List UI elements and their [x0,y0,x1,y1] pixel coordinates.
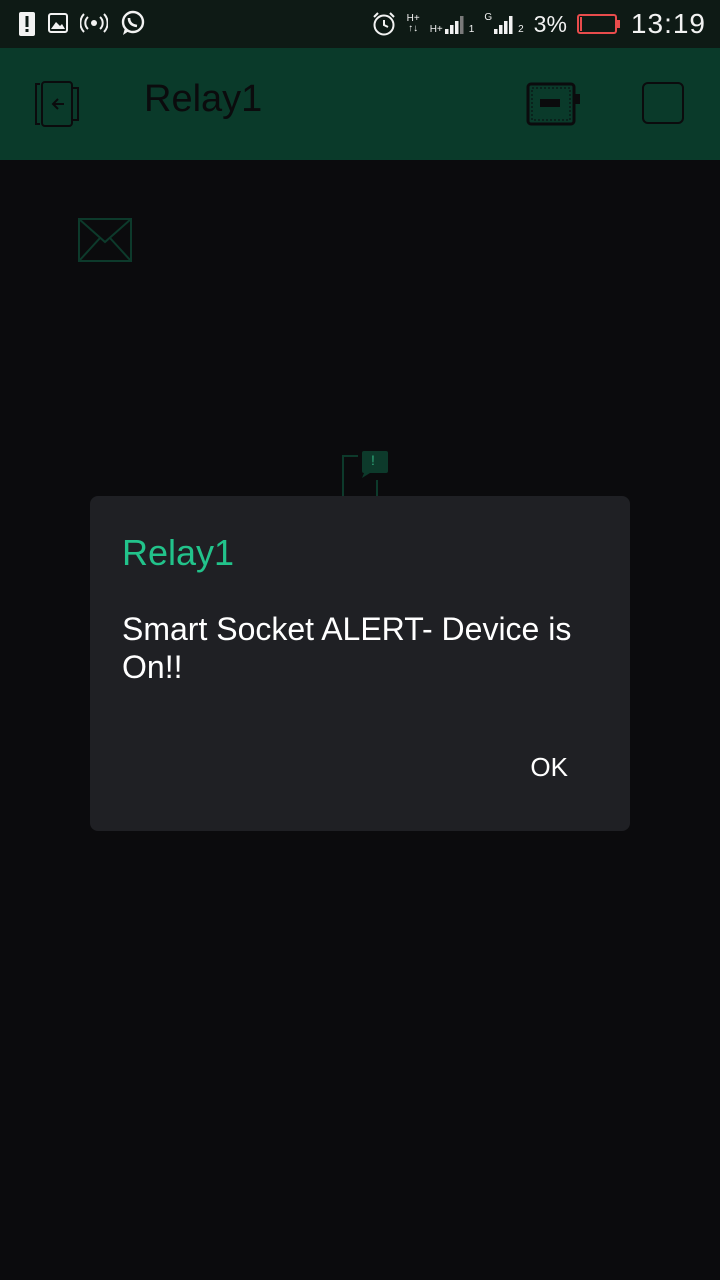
notification-widget[interactable]: ! [340,450,390,500]
whatsapp-icon [121,10,145,35]
device-icon [526,82,580,126]
network-type-label: H+ [429,24,443,35]
device-button[interactable] [526,82,584,126]
status-bar-left [18,10,146,36]
sim-2-label: 2 [518,24,524,35]
page-title: Relay1 [144,78,263,120]
image-icon [48,13,68,33]
network-sim-1: H+ ↑↓ [407,14,420,34]
notification-badge: ! [371,452,375,468]
sim-1-label: 1 [468,24,475,35]
network-sim-1b: H+ 1 [429,13,475,35]
stop-button[interactable] [642,82,684,124]
signal-icon [494,16,513,34]
notification-icon [342,451,388,496]
signal-icon [444,16,464,34]
back-button[interactable] [32,80,82,128]
dialog-message: Smart Socket ALERT- Device is On!! [122,611,572,685]
alarm-icon [372,12,395,36]
dialog-title: Relay1 [122,532,235,573]
ok-button[interactable]: OK [520,748,578,787]
data-arrows-icon: ↑↓ [408,23,419,34]
alert-dialog: Relay1 Smart Socket ALERT- Device is On!… [90,496,630,831]
network-sim-2: G 2 [484,13,523,35]
hotspot-icon [80,13,108,33]
clock: 13:19 [630,8,706,39]
battery-icon [576,14,620,34]
status-bar-right: H+ ↑↓ H+ 1 G 2 3% 13:19 [371,8,706,40]
exit-icon [35,81,79,127]
alert-icon [19,12,35,36]
mail-icon[interactable] [78,218,132,262]
status-bar: H+ ↑↓ H+ 1 G 2 3% 13:19 [0,0,720,48]
network-type-label: G [484,12,493,23]
battery-percent: 3% [533,10,567,37]
app-bar: Relay1 [0,48,720,160]
